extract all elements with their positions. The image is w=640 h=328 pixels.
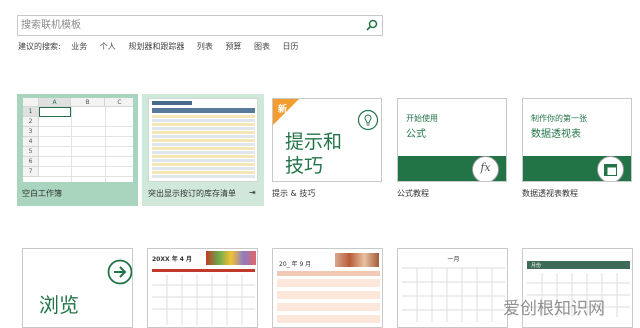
pivot-line2: 数据透视表	[531, 129, 581, 140]
row-header: 2	[23, 117, 39, 127]
column-header: A	[39, 98, 71, 107]
new-badge: 新	[278, 105, 288, 115]
tips-title-line1: 提示和	[285, 131, 343, 153]
tips-title-line2: 技巧	[285, 155, 324, 177]
suggested-link-business[interactable]: 业务	[71, 42, 87, 51]
row-header: 3	[23, 127, 39, 137]
template-caption: 空白工作簿	[22, 189, 62, 198]
active-cell	[39, 107, 71, 117]
pin-icon[interactable]: ⇥	[249, 188, 256, 197]
fx-icon: fx	[480, 161, 491, 174]
row-header: 1	[23, 107, 39, 117]
search-input[interactable]	[21, 18, 361, 33]
template-pivottable-tutorial[interactable]: 制作你的第一张 数据透视表	[522, 98, 632, 182]
row-header: 4	[23, 137, 39, 147]
column-header: B	[71, 98, 105, 107]
row-header: 6	[23, 157, 39, 167]
pivot-table-icon	[604, 164, 617, 176]
watermark: 爱创根知识网	[503, 299, 605, 319]
suggested-link-calendars[interactable]: 日历	[283, 42, 299, 51]
suggested-link-planners[interactable]: 规划器和跟踪器	[128, 42, 184, 51]
template-caption: 突出显示按订的库存清单	[148, 189, 236, 198]
pivot-line1: 制作你的第一张	[531, 114, 587, 123]
template-calendar-january[interactable]: 一月	[397, 248, 508, 328]
template-caption: 公式教程	[397, 189, 429, 198]
template-search-box[interactable]	[17, 15, 383, 36]
suggested-link-budgets[interactable]: 预算	[225, 42, 241, 51]
arrow-right-circle-icon	[107, 259, 132, 285]
template-calendar-september[interactable]: 20_ 年 9 月	[272, 248, 383, 328]
template-caption: 数据透视表教程	[522, 189, 578, 198]
inventory-preview	[148, 98, 258, 182]
suggested-searches: 建议的搜索: 业务 个人 规划器和跟踪器 列表 预算 图表 日历	[18, 41, 309, 52]
template-calendar-april[interactable]: 20XX 年 4 月	[147, 248, 258, 328]
suggested-label: 建议的搜索:	[18, 42, 61, 51]
row-header: 5	[23, 147, 39, 157]
calendar-title: 一月	[447, 256, 460, 263]
calendar-title: 月份	[531, 263, 542, 269]
calendar-title: 20XX 年 4 月	[152, 256, 193, 263]
blank-sheet-preview: A B C 1 2 3 4 5 6 7	[23, 98, 133, 182]
search-icon[interactable]	[365, 18, 379, 33]
template-tips-tricks[interactable]: 新 提示和 技巧	[272, 98, 382, 182]
row-header: 7	[23, 167, 39, 177]
browse-label: 浏览	[39, 293, 79, 317]
template-browse[interactable]: 浏览	[22, 248, 133, 328]
calendar-title: 20_ 年 9 月	[279, 261, 312, 268]
formula-line1: 开始使用	[406, 114, 438, 123]
suggested-link-charts[interactable]: 图表	[254, 42, 270, 51]
template-formula-tutorial[interactable]: 开始使用 公式 fx	[397, 98, 507, 182]
column-header: C	[105, 98, 133, 107]
suggested-link-personal[interactable]: 个人	[100, 42, 116, 51]
template-caption: 提示 & 技巧	[272, 189, 316, 198]
suggested-link-lists[interactable]: 列表	[197, 42, 213, 51]
lightbulb-icon	[357, 109, 379, 131]
formula-line2: 公式	[406, 129, 426, 140]
